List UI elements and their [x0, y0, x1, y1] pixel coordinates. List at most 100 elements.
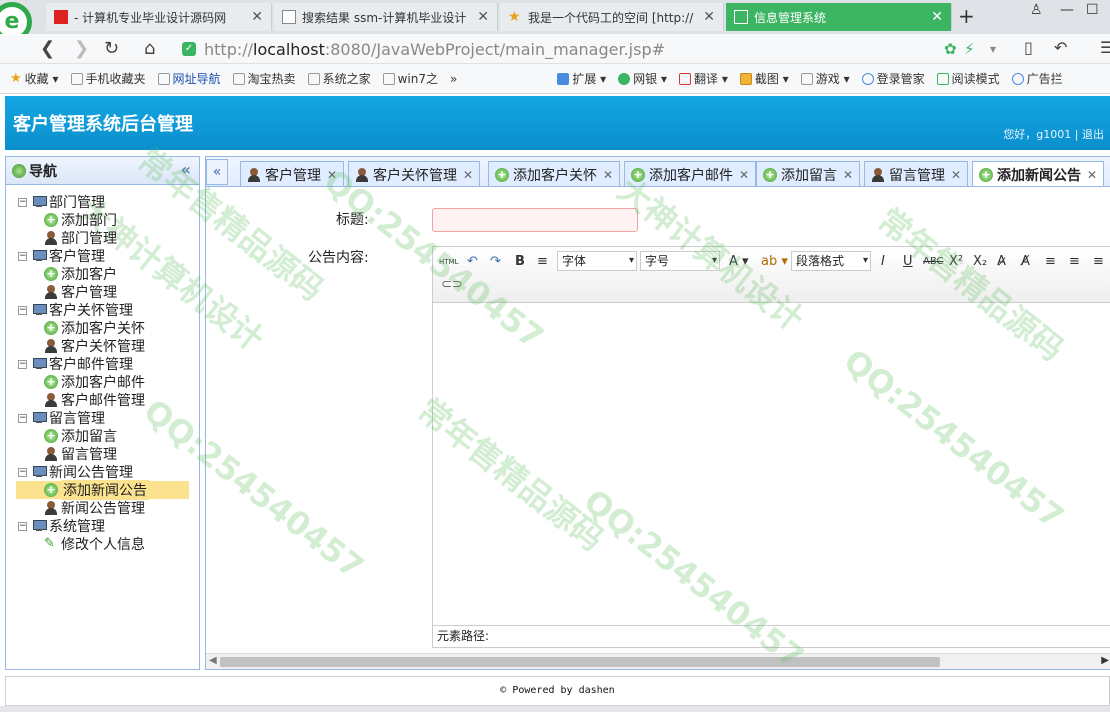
browser-tab-2[interactable]: 搜索结果 ssm-计算机毕业设计 ✕ — [274, 3, 498, 31]
toolbar-screenshot[interactable]: 截图 ▾ — [739, 70, 789, 87]
tree-group[interactable]: − 客户管理 — [6, 247, 199, 265]
tree-item[interactable]: 客户关怀管理 — [6, 337, 199, 355]
collapse-toggle-icon[interactable]: − — [18, 467, 27, 477]
user-info[interactable]: 您好，g1001 | 退出 — [1003, 126, 1104, 142]
redo-icon[interactable]: ↷ — [490, 254, 501, 269]
scroll-left-icon[interactable]: ◀ — [209, 655, 217, 666]
phone-icon[interactable]: ▯ — [1024, 38, 1033, 57]
chevron-down-icon[interactable]: ▾ — [990, 42, 996, 56]
collapse-toggle-icon[interactable]: − — [18, 521, 27, 531]
highlight-icon[interactable]: ab ▾ — [761, 254, 788, 269]
strikethrough-icon[interactable]: ABC — [923, 256, 944, 267]
font-color-icon[interactable]: A ▾ — [729, 254, 749, 269]
scrollbar-thumb[interactable] — [220, 657, 940, 667]
lightning-icon[interactable]: ⚡ — [964, 40, 975, 58]
tree-item[interactable]: + 添加新闻公告 — [6, 480, 199, 500]
close-icon[interactable]: ✕ — [251, 9, 263, 25]
html-source-button[interactable]: HTML — [439, 258, 458, 266]
app-tab[interactable]: + 添加新闻公告 ✕ — [972, 161, 1105, 186]
collapse-toggle-icon[interactable]: − — [18, 359, 27, 369]
back-icon[interactable]: ❮ — [40, 38, 55, 59]
close-icon[interactable]: ✕ — [1087, 168, 1097, 182]
collapse-toggle-icon[interactable]: − — [18, 305, 27, 315]
forward-icon[interactable]: ❯ — [74, 38, 89, 59]
tree-item[interactable]: + 添加客户关怀 — [6, 319, 199, 337]
rich-text-editor[interactable]: HTML ↶ ↷ B ≡ 字体 字号 A ▾ ab ▾ 段落格式 I U ABC… — [432, 246, 1110, 648]
collapse-toggle-icon[interactable]: − — [18, 251, 27, 261]
maximize-icon[interactable]: ☐ — [1086, 2, 1099, 18]
align-right-icon[interactable]: ≡ — [1093, 254, 1104, 269]
browser-tab-4[interactable]: 信息管理系统 ✕ — [726, 3, 952, 31]
minimize-icon[interactable]: — — [1060, 2, 1074, 18]
shirt-icon[interactable]: ♙ — [1030, 2, 1043, 18]
close-icon[interactable]: ✕ — [477, 9, 489, 25]
collapse-icon[interactable]: « — [181, 160, 191, 179]
app-tab[interactable]: 客户管理 ✕ — [240, 161, 345, 186]
tree-item[interactable]: 留言管理 — [6, 445, 199, 463]
app-tab[interactable]: + 添加客户邮件 ✕ — [624, 161, 757, 186]
bold-icon[interactable]: B — [515, 254, 525, 269]
toolbar-login[interactable]: 登录管家 — [861, 70, 925, 87]
link-icon[interactable]: ⊂⊃ — [441, 277, 463, 292]
italic-icon[interactable]: I — [881, 254, 885, 269]
browser-tab-3[interactable]: ★ 我是一个代码工的空间 [http:// ✕ — [500, 3, 724, 31]
bookmark-favorites[interactable]: ★ 收藏 ▾ — [10, 70, 59, 87]
tree-item[interactable]: + 添加客户邮件 — [6, 373, 199, 391]
more-bookmarks-icon[interactable]: » — [450, 72, 457, 86]
gear-icon[interactable]: ✿ — [944, 40, 957, 58]
toolbar-translate[interactable]: 翻译 ▾ — [679, 70, 728, 87]
close-icon[interactable]: ✕ — [703, 9, 715, 25]
align-left-icon[interactable]: ≡ — [1045, 254, 1056, 269]
collapse-toggle-icon[interactable]: − — [18, 413, 27, 423]
superscript-icon[interactable]: X² — [949, 254, 963, 269]
url-field[interactable]: ✓ http://localhost:8080/JavaWebProject/m… — [182, 37, 1012, 61]
tree-item[interactable]: + 添加部门 — [6, 211, 199, 229]
scroll-right-icon[interactable]: ▶ — [1101, 655, 1109, 666]
menu-icon[interactable]: ☰ — [1100, 38, 1110, 57]
close-icon[interactable]: ✕ — [843, 168, 853, 182]
title-input[interactable] — [432, 208, 638, 232]
toolbar-games[interactable]: 游戏 ▾ — [800, 70, 850, 87]
tree-item[interactable]: + 添加留言 — [6, 427, 199, 445]
close-icon[interactable]: ✕ — [603, 168, 613, 182]
tree-group[interactable]: − 系统管理 — [6, 517, 199, 535]
tree-group[interactable]: − 部门管理 — [6, 193, 199, 211]
bookmark-item[interactable]: 系统之家 — [307, 70, 371, 87]
clear-format-alt-icon[interactable]: A̸ — [1021, 254, 1030, 269]
undo-icon[interactable]: ↶ — [1054, 38, 1067, 57]
tree-group[interactable]: − 留言管理 — [6, 409, 199, 427]
tree-group[interactable]: − 新闻公告管理 — [6, 463, 199, 481]
tree-group[interactable]: − 客户关怀管理 — [6, 301, 199, 319]
subscript-icon[interactable]: X₂ — [973, 254, 987, 269]
new-tab-icon[interactable]: + — [958, 4, 975, 28]
bookmark-item[interactable]: 网址导航 — [157, 70, 221, 87]
home-icon[interactable]: ⌂ — [144, 38, 155, 59]
tabs-scroll-left-icon[interactable]: « — [206, 159, 228, 185]
paragraph-select[interactable]: 段落格式 — [791, 251, 871, 271]
tree-item[interactable]: + 添加客户 — [6, 265, 199, 283]
underline-icon[interactable]: U — [903, 254, 913, 269]
toolbar-reader[interactable]: 阅读模式 — [936, 70, 1000, 87]
tree-item[interactable]: 客户邮件管理 — [6, 391, 199, 409]
toolbar-extensions[interactable]: 扩展 ▾ — [557, 70, 606, 87]
tree-item[interactable]: 新闻公告管理 — [6, 499, 199, 517]
align-center-icon[interactable]: ≡ — [1069, 254, 1080, 269]
toolbar-adblock[interactable]: 广告拦 — [1011, 70, 1063, 87]
close-icon[interactable]: ✕ — [327, 168, 337, 182]
undo-icon[interactable]: ↶ — [467, 254, 478, 269]
font-size-select[interactable]: 字号 — [640, 251, 720, 271]
close-icon[interactable]: ✕ — [951, 168, 961, 182]
format-icon[interactable]: ≡ — [537, 254, 548, 269]
browser-tab-1[interactable]: - 计算机专业毕业设计源码网 ✕ — [46, 3, 272, 31]
collapse-toggle-icon[interactable]: − — [18, 197, 27, 207]
close-icon[interactable]: ✕ — [931, 9, 943, 25]
clear-format-icon[interactable]: A̷ — [997, 254, 1006, 269]
app-tab[interactable]: 客户关怀管理 ✕ — [348, 161, 481, 186]
font-family-select[interactable]: 字体 — [557, 251, 637, 271]
bookmark-item[interactable]: 手机收藏夹 — [70, 70, 146, 87]
bookmark-item[interactable]: win7之 — [382, 70, 438, 87]
tree-item[interactable]: ✎ 修改个人信息 — [6, 535, 199, 554]
app-tab[interactable]: + 添加留言 ✕ — [756, 161, 861, 186]
toolbar-bank[interactable]: 网银 ▾ — [618, 70, 667, 87]
tree-item[interactable]: 部门管理 — [6, 229, 199, 247]
